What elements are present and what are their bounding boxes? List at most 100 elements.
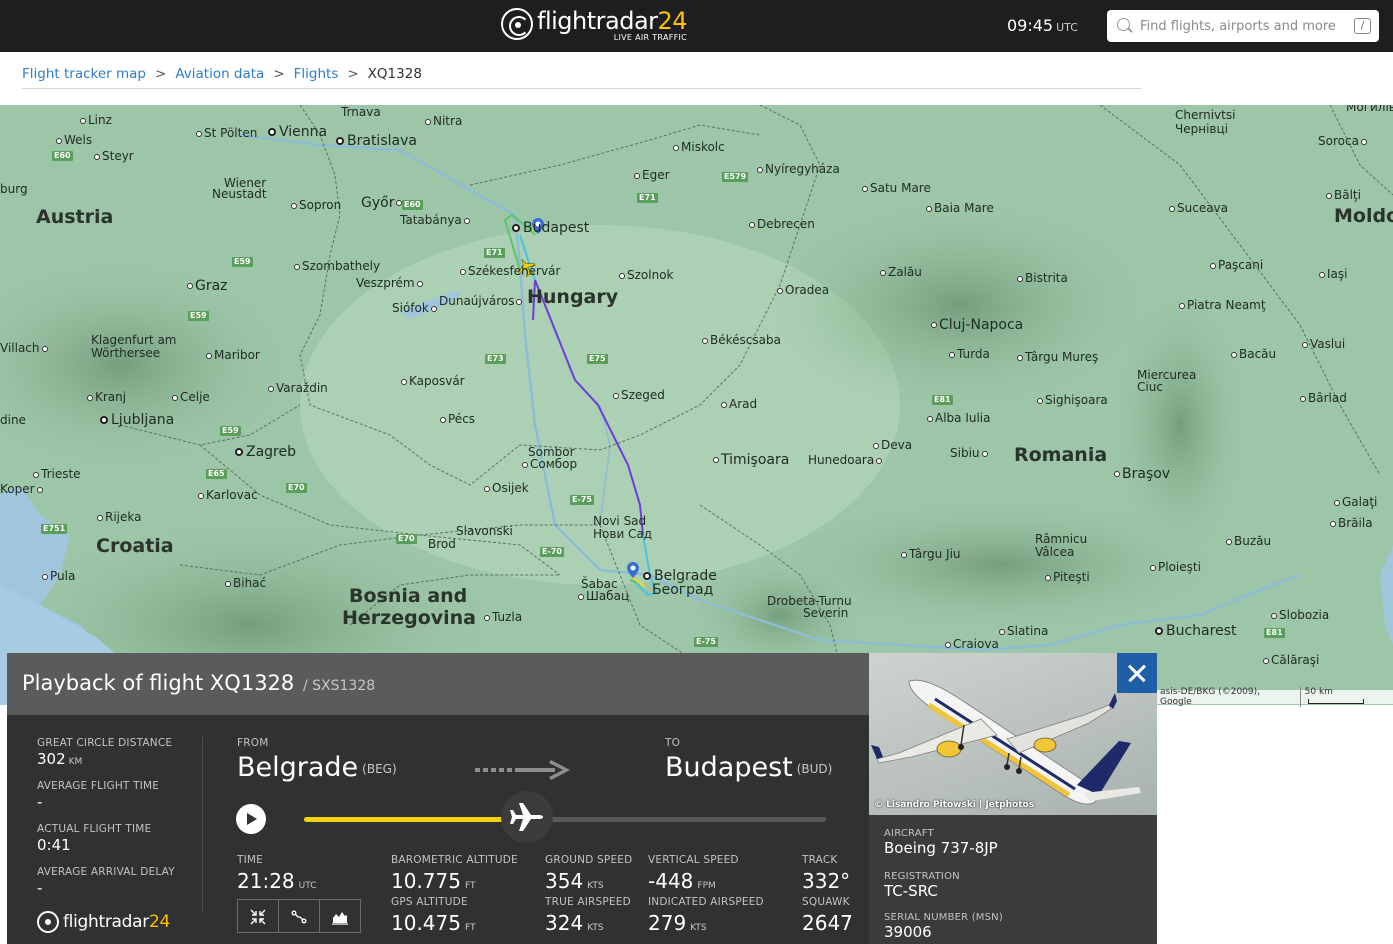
footer-wordmark: flightradar24 [63, 912, 171, 932]
map-city-label: Galaţi [1334, 495, 1377, 509]
road-shield: E59 [188, 311, 209, 321]
map-city-label: Karlovac [198, 488, 258, 502]
map-city-label: Szolnok [619, 268, 674, 282]
map-city-label: Bistrita [1017, 271, 1068, 285]
radar-logo-icon [501, 8, 533, 40]
map-city-label: Osijek [484, 481, 529, 495]
map-city-label: Râmnicu [1035, 532, 1088, 546]
map-city-label: Székesfehérvár [460, 264, 560, 278]
map-country-label: Hungary [527, 286, 619, 308]
map-city-label: Kranj [87, 390, 126, 404]
flight-callsign: / SXS1328 [302, 678, 376, 694]
map-city-label: Veszprém [356, 276, 425, 290]
map-city-label: Deva [873, 438, 912, 452]
map-city-label: Kaposvár [401, 374, 465, 388]
route-view-button[interactable] [279, 900, 320, 932]
map-city-label: Bălţi [1326, 188, 1361, 202]
map-city-label: Szeged [613, 388, 665, 402]
destination-city[interactable]: Budapest (BUD) [665, 752, 832, 785]
origin-city[interactable]: Belgrade (BEG) [237, 752, 397, 785]
map-city-label: Slobozia [1271, 608, 1329, 622]
flightradar24-footer-logo[interactable]: flightradar24 [37, 911, 170, 933]
breadcrumb-current-flight: XQ1328 [367, 66, 422, 82]
breadcrumb-separator: > [273, 66, 285, 82]
collapse-view-button[interactable] [238, 900, 279, 932]
gps-altitude-value: 10.475 FT [391, 911, 476, 935]
squawk-label: SQUAWK [802, 896, 850, 908]
map-city-label: Békéscsaba [702, 333, 781, 347]
map-city-label: Braşov [1114, 467, 1170, 481]
playback-scrubber[interactable] [501, 791, 554, 843]
search-box[interactable]: / [1107, 10, 1379, 42]
map-city-label: Wörthersee [91, 346, 161, 360]
actual-flight-time-value: 0:41 [37, 836, 71, 854]
ground-speed-label: GROUND SPEED [545, 854, 633, 866]
origin-airport-pin-icon[interactable] [627, 562, 639, 578]
time-value: 21:28 UTC [237, 869, 317, 893]
aircraft-photo[interactable]: © Lisandro Pitowski | Jetphotos [869, 653, 1157, 815]
map-city-label: Novi Sad [593, 514, 647, 528]
play-button[interactable] [236, 804, 266, 834]
true-airspeed-label: TRUE AIRSPEED [545, 896, 631, 908]
road-shield: E579 [722, 172, 749, 182]
map-city-label: Alba Iulia [927, 411, 991, 425]
to-label: TO [665, 737, 681, 749]
photo-credit[interactable]: © Lisandro Pitowski | Jetphotos [874, 800, 1034, 810]
scale-bar [1307, 699, 1364, 704]
view-tools [237, 899, 361, 933]
map-city-label: Ciuc [1137, 380, 1163, 394]
average-flight-time-value: - [37, 793, 43, 811]
breadcrumb-flights[interactable]: Flights [294, 66, 339, 82]
playback-title-prefix: Playback of flight [22, 671, 204, 695]
map-city-label: Vâlcea [1035, 545, 1075, 559]
logo-tagline: LIVE AIR TRAFFIC [613, 33, 688, 42]
true-airspeed-value: 324 KTS [545, 911, 604, 935]
altitude-graph-button[interactable] [320, 900, 360, 932]
map-city-label: Călăraşi [1263, 653, 1319, 667]
map-city-label: Brăila [1330, 516, 1373, 530]
map-city-label: Arad [721, 397, 757, 411]
breadcrumb-aviation-data[interactable]: Aviation data [175, 66, 264, 82]
breadcrumb-separator: > [347, 66, 359, 82]
origin-code: (BEG) [362, 761, 397, 776]
road-shield: E-75 [570, 495, 594, 505]
from-label: FROM [237, 737, 269, 749]
gps-altitude-label: GPS ALTITUDE [391, 896, 468, 908]
map-city-label: Могилів-Поді [1346, 105, 1393, 114]
map-city-label: dine [0, 413, 26, 427]
map-city-label: Oradea [777, 283, 829, 297]
playback-title: Playback of flight XQ1328 / SXS1328 [22, 670, 375, 699]
map-city-label: Rijeka [97, 510, 141, 524]
map-city-label: Miskolc [673, 140, 725, 154]
road-shield: E75 [587, 354, 608, 364]
map-city-label: Ljubljana [100, 413, 174, 427]
map-country-label: Romania [1014, 444, 1108, 466]
registration-value[interactable]: TC-SRC [884, 882, 938, 900]
map-city-label: Târgu Jiu [901, 547, 961, 561]
map-city-label: Belgrade [643, 569, 717, 583]
track-label: TRACK [802, 854, 838, 866]
close-playback-button[interactable] [1117, 653, 1157, 693]
aircraft-info: AIRCRAFT Boeing 737-8JP REGISTRATION TC-… [869, 815, 1157, 944]
map-city-label: Bârlad [1300, 391, 1347, 405]
search-input[interactable] [1140, 16, 1345, 36]
map-city-label: Trieste [33, 467, 81, 481]
playback-timeline[interactable] [304, 791, 826, 843]
map-city-label: Tatabánya [400, 213, 472, 227]
map-city-label: Brod [428, 537, 456, 551]
map-city-label: Suceava [1169, 201, 1228, 215]
actual-flight-time-label: ACTUAL FLIGHT TIME [37, 823, 152, 835]
flightradar24-logo[interactable]: flightradar24 LIVE AIR TRAFFIC [501, 7, 688, 45]
flight-map[interactable]: Austria Hungary Croatia Bosnia and Herze… [0, 105, 1393, 705]
map-city-label: Eger [634, 168, 670, 182]
map-city-label: Chernivtsi [1175, 108, 1236, 122]
map-city-label: Београд [652, 582, 714, 598]
map-city-label: Budapest [512, 221, 589, 235]
airplane-icon [510, 803, 544, 831]
map-terrain [0, 105, 1393, 705]
breadcrumb-flight-tracker-map[interactable]: Flight tracker map [22, 66, 146, 82]
indicated-airspeed-value: 279 KTS [648, 911, 707, 935]
map-city-label: Pécs [440, 412, 475, 426]
map-city-label: Klagenfurt am [91, 333, 177, 347]
map-country-label: Bosnia and [349, 585, 468, 607]
